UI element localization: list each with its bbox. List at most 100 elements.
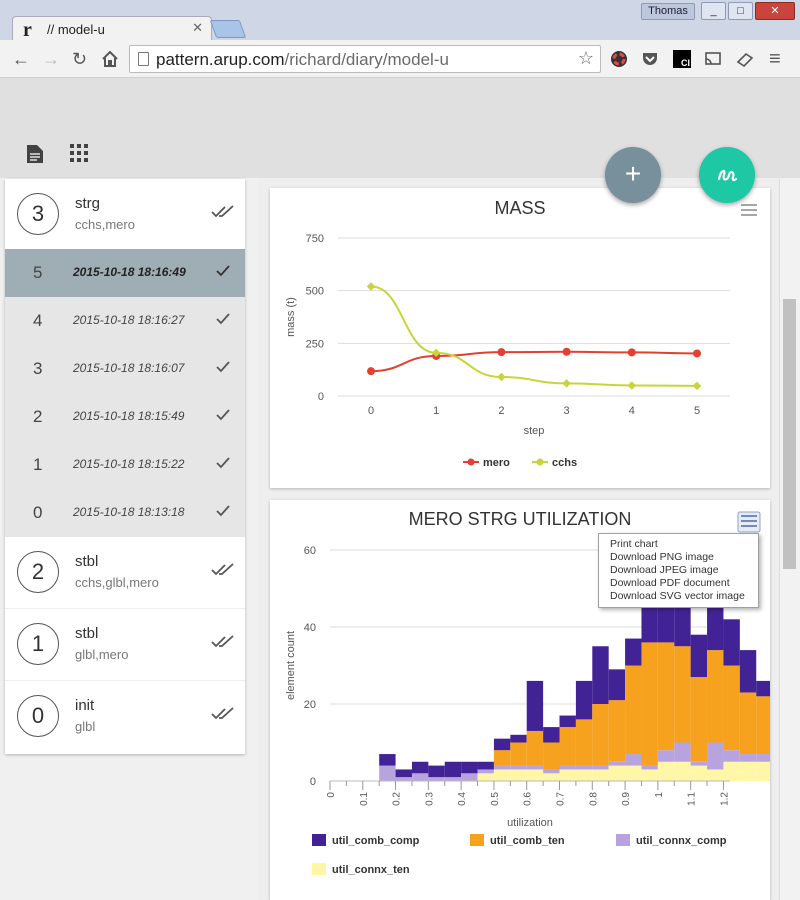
y-axis-label: element count <box>285 631 297 700</box>
double-check-icon <box>211 563 234 576</box>
bar-util_comb_comp <box>510 734 527 743</box>
pattern-item-1[interactable]: 1 stbl glbl,mero <box>5 609 245 681</box>
step-row[interactable]: 0 2015-10-18 18:13:18 <box>5 489 245 537</box>
bar-util_connx_comp <box>674 742 691 762</box>
data-point-cchs <box>366 282 376 291</box>
step-row[interactable]: 5 2015-10-18 18:16:49 <box>5 249 245 297</box>
bookmark-star-icon[interactable]: ☆ <box>578 48 594 69</box>
bar-util_comb_ten <box>559 727 576 766</box>
x-tick-label: 0 <box>368 405 374 417</box>
legend-label: util_comb_comp <box>332 835 420 847</box>
step-row[interactable]: 3 2015-10-18 18:16:07 <box>5 345 245 393</box>
step-row[interactable]: 4 2015-10-18 18:16:27 <box>5 297 245 345</box>
y-tick-label: 20 <box>304 699 316 711</box>
document-icon[interactable] <box>26 144 44 164</box>
index-circle: 1 <box>17 623 59 665</box>
pattern-title: stbl <box>75 553 99 570</box>
x-tick-label: 0.5 <box>490 792 501 806</box>
back-arrow-icon[interactable]: ← <box>12 49 30 69</box>
step-row[interactable]: 1 2015-10-18 18:15:22 <box>5 441 245 489</box>
data-point-mero <box>562 347 571 356</box>
bar-util_connx_comp <box>428 777 445 781</box>
pattern-item-3[interactable]: 3 strg cchs,mero <box>5 179 245 251</box>
grid-view-icon[interactable] <box>70 144 88 162</box>
step-row[interactable]: 2 2015-10-18 18:15:49 <box>5 393 245 441</box>
step-index: 0 <box>33 503 43 522</box>
minimize-button[interactable]: _ <box>701 2 726 20</box>
menu-item-jpeg[interactable]: Download JPEG image <box>610 564 758 577</box>
x-tick-label: 3 <box>564 405 570 417</box>
bar-util_comb_comp <box>756 680 773 697</box>
step-index: 5 <box>33 263 43 282</box>
menu-item-print[interactable]: Print chart <box>610 538 758 551</box>
y-tick-label: 500 <box>306 286 324 298</box>
step-index: 2 <box>33 407 43 426</box>
close-icon[interactable]: ✕ <box>192 20 203 36</box>
address-bar[interactable]: pattern.arup.com/richard/diary/model-u ☆ <box>129 45 601 73</box>
bar-util_connx_comp <box>707 742 724 770</box>
menu-icon[interactable]: ≡ <box>769 49 781 69</box>
bar-util_connx_comp <box>379 765 396 781</box>
plus-icon: + <box>624 158 642 189</box>
data-point-cchs <box>692 381 702 391</box>
pattern-item-2[interactable]: 2 stbl cchs,glbl,mero <box>5 537 245 609</box>
x-tick-label: 1 <box>654 792 665 798</box>
pattern-sidebar: 3 strg cchs,mero 5 2015-10-18 18:16:49 4… <box>5 179 245 754</box>
clip-extension-icon[interactable] <box>736 50 754 68</box>
forward-arrow-icon[interactable]: → <box>42 49 60 69</box>
pattern-item-0[interactable]: 0 init glbl <box>5 681 245 753</box>
page-icon <box>138 52 149 66</box>
x-tick-label: 0.2 <box>392 792 403 806</box>
menu-item-svg[interactable]: Download SVG vector image <box>610 590 758 603</box>
add-button[interactable]: + <box>605 147 661 203</box>
x-tick-label: 1.1 <box>687 792 698 806</box>
y-tick-label: 40 <box>304 622 316 634</box>
tab-title: // model-u <box>47 22 105 37</box>
profile-button[interactable]: Thomas <box>641 3 695 20</box>
close-window-button[interactable]: ✕ <box>755 2 795 20</box>
bar-util_connx_comp <box>575 765 593 770</box>
double-check-icon <box>211 205 234 218</box>
bar-util_connx_comp <box>559 765 576 770</box>
pattern-title: strg <box>75 195 101 212</box>
menu-item-png[interactable]: Download PNG image <box>610 551 758 564</box>
index-circle: 0 <box>17 695 59 737</box>
series-line-mero <box>370 350 698 373</box>
y-tick-label: 60 <box>304 545 316 557</box>
y-tick-label: 750 <box>306 233 324 245</box>
bar-util_connx_ten <box>739 761 757 781</box>
browser-tab[interactable]: r // model-u ✕ <box>12 16 212 41</box>
window-titlebar: r // model-u ✕ Thomas _ □ ✕ <box>0 0 800 41</box>
bar-util_comb_comp <box>543 727 560 743</box>
pocket-icon[interactable] <box>641 50 659 68</box>
cast-icon[interactable] <box>704 50 722 68</box>
scrollbar-thumb[interactable] <box>783 299 796 569</box>
bar-util_comb_comp <box>395 769 412 778</box>
check-icon <box>216 361 230 373</box>
legend-label: util_connx_comp <box>636 835 727 847</box>
bar-util_connx_ten <box>543 773 560 781</box>
menu-item-pdf[interactable]: Download PDF document <box>610 577 758 590</box>
bar-util_connx_ten <box>526 769 544 781</box>
x-tick-label: 1 <box>433 405 439 417</box>
data-point-mero <box>627 348 636 357</box>
mass-chart-card: MASS 0 250 500 750 0 1 2 3 4 5 step mass (t) mero cchs <box>270 188 770 488</box>
scrollbar[interactable] <box>779 179 800 900</box>
maximize-button[interactable]: □ <box>728 2 753 20</box>
bar-util_comb_ten <box>707 650 724 743</box>
bar-util_comb_ten <box>739 692 757 755</box>
bar-util_connx_comp <box>526 765 544 770</box>
bar-util_connx_comp <box>690 761 708 766</box>
bar-util_connx_ten <box>723 761 740 781</box>
new-tab-button[interactable] <box>209 20 247 38</box>
x-tick-label: 0.4 <box>457 792 468 806</box>
sketch-button[interactable] <box>699 147 755 203</box>
color-picker-icon[interactable] <box>610 50 628 68</box>
home-icon[interactable] <box>101 50 119 68</box>
bar-util_comb_ten <box>674 646 691 743</box>
legend-swatch <box>470 834 484 846</box>
bar-util_connx_ten <box>608 765 626 781</box>
bar-util_comb_comp <box>379 754 396 766</box>
ci-extension-icon[interactable]: CI <box>673 50 691 68</box>
reload-icon[interactable]: ↻ <box>72 49 87 69</box>
